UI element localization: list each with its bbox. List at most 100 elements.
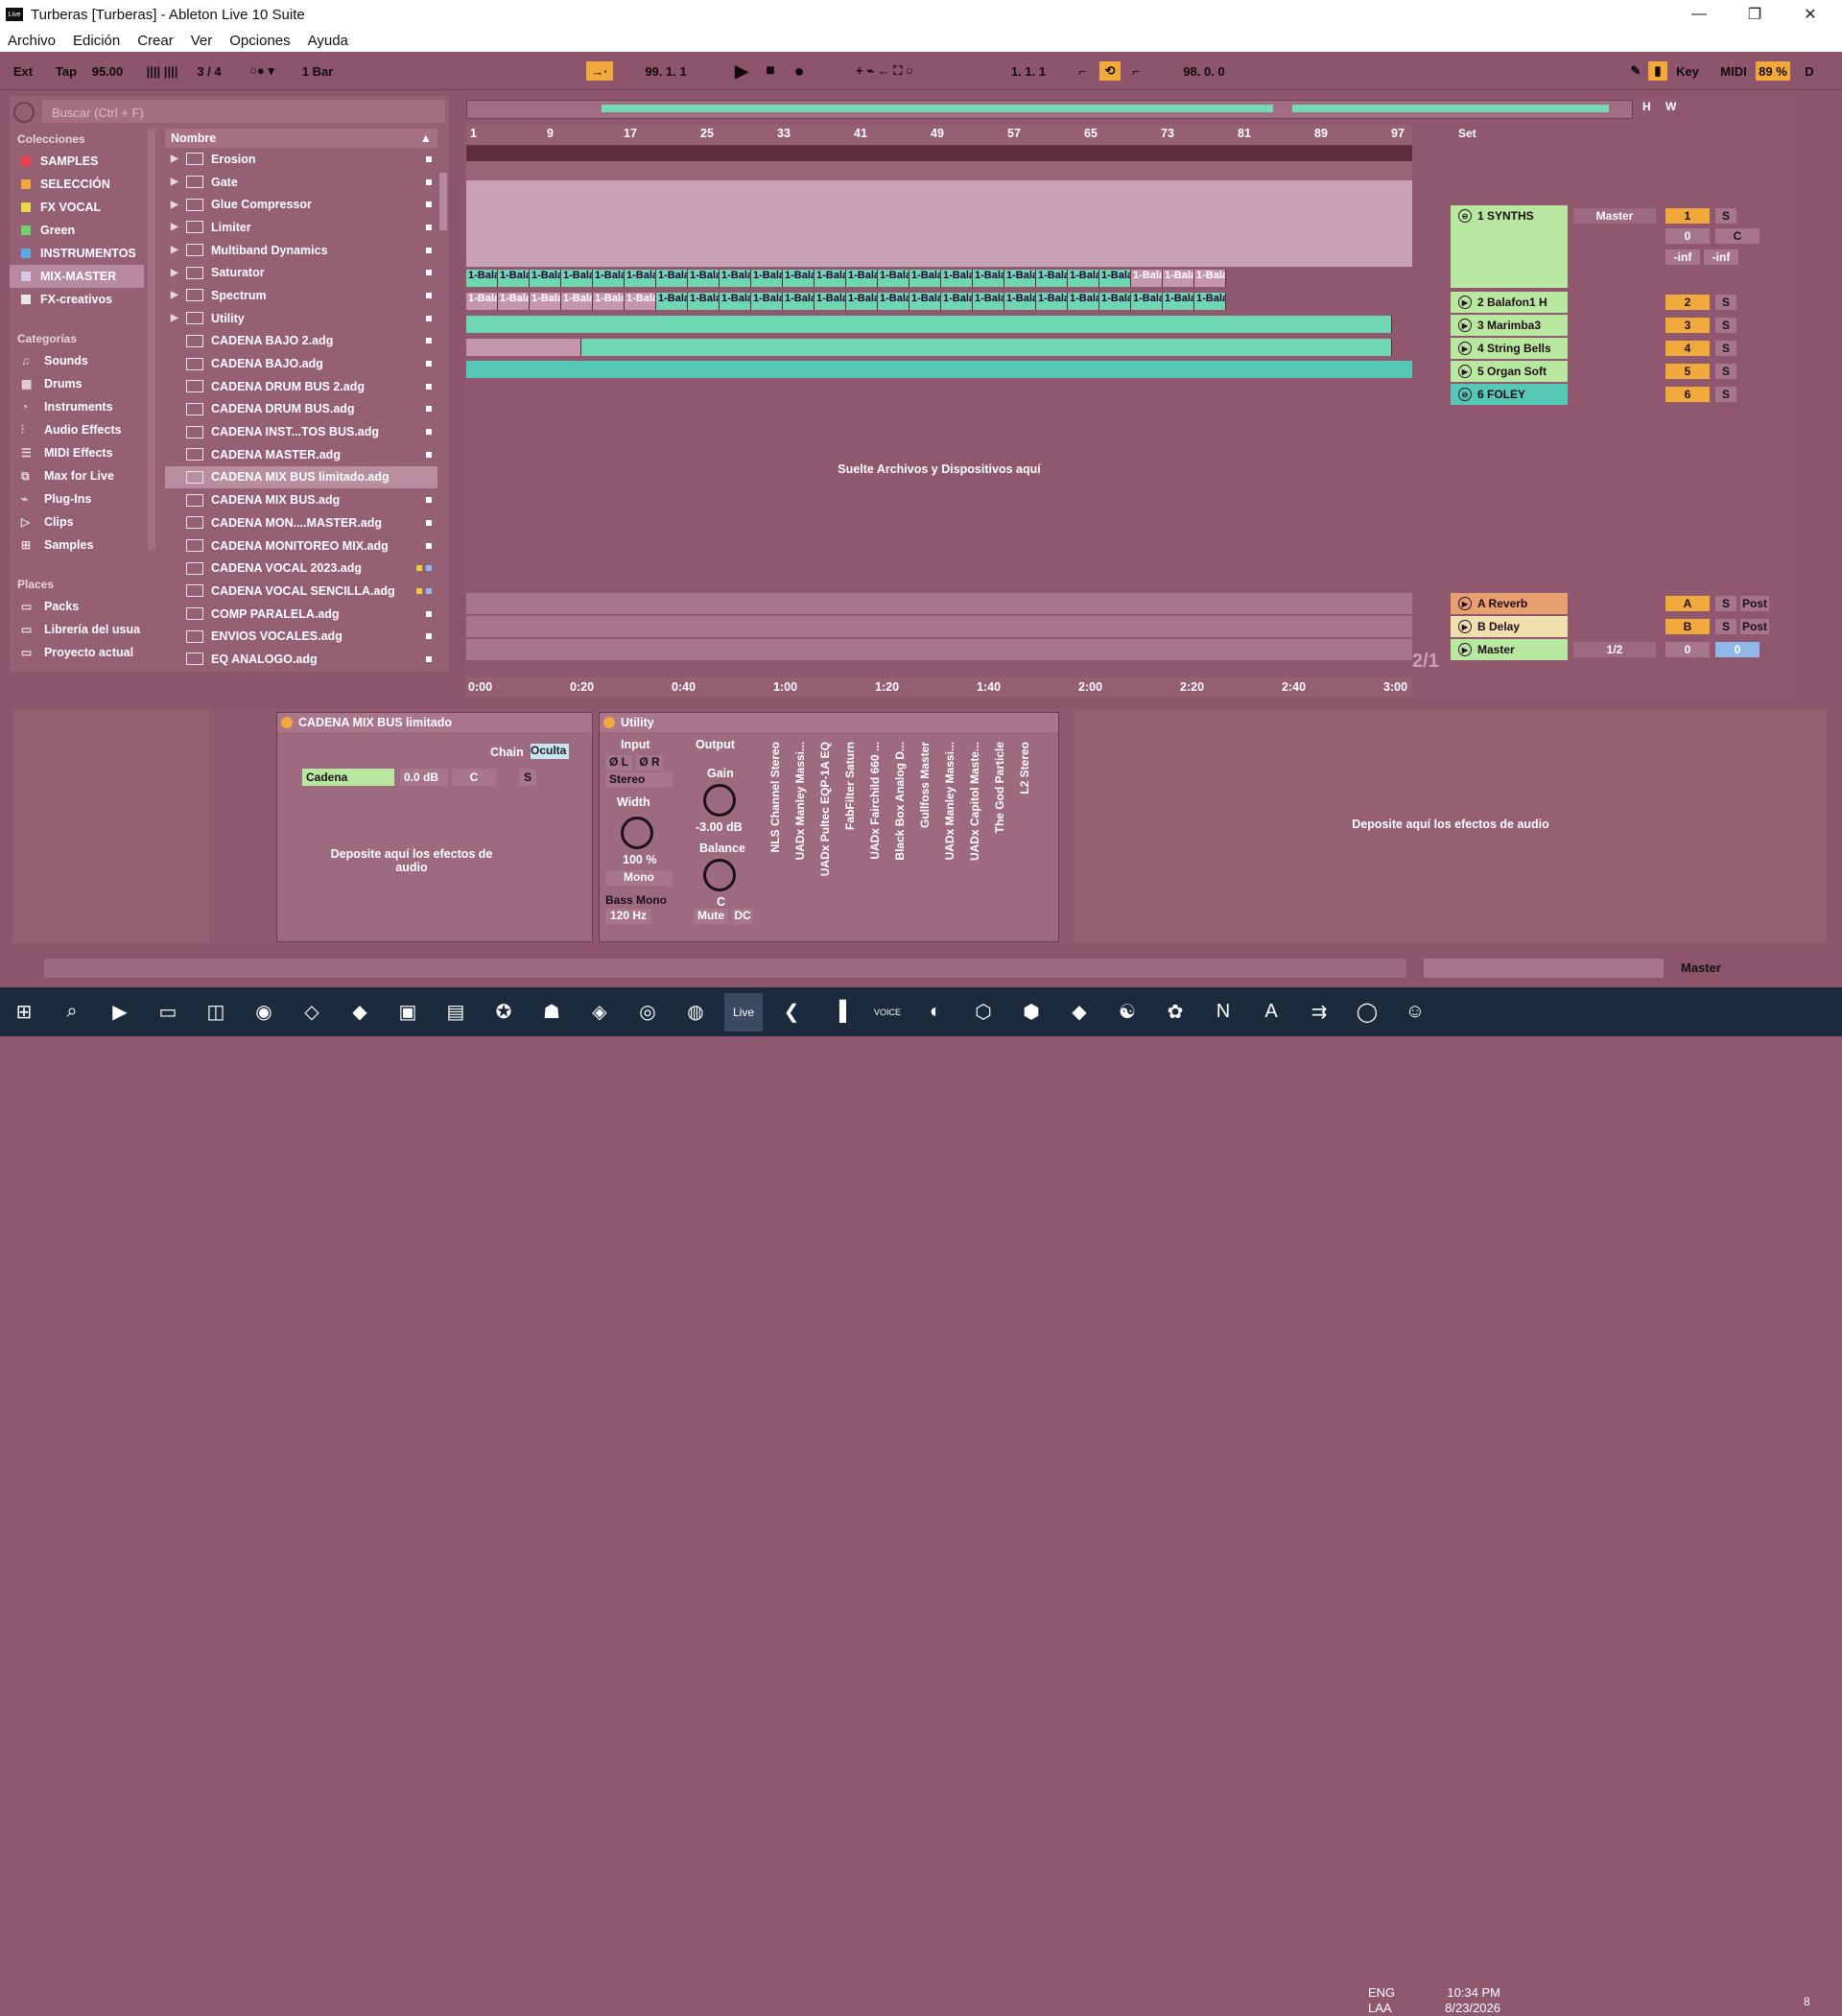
output-routing-select[interactable]: 1/2	[1573, 642, 1656, 657]
track-header-synths[interactable]: ⊖ 1 SYNTHS Master 1 S 0 C -inf -inf	[1451, 205, 1806, 288]
track-activator[interactable]: A	[1665, 596, 1710, 611]
gain-knob[interactable]	[703, 784, 736, 817]
category-midi-effects[interactable]: ☰ MIDI Effects	[10, 441, 144, 464]
list-item[interactable]: CADENA MIX BUS.adg	[165, 488, 437, 511]
audio-effect-rack[interactable]: CADENA MIX BUS limitado Chain Oculta Cad…	[276, 712, 593, 942]
app-icon[interactable]: ▐	[820, 993, 859, 1032]
clip[interactable]: 1-Bala	[688, 293, 720, 310]
chrome-icon[interactable]: ◉	[245, 993, 283, 1032]
collection-green[interactable]: Green	[10, 219, 144, 242]
dc-button[interactable]: DC	[732, 909, 753, 924]
plugin-name[interactable]: UADx Manley Massi...	[793, 742, 807, 860]
track-activator[interactable]: 4	[1665, 341, 1710, 356]
solo-button[interactable]: S	[1715, 364, 1736, 379]
menu-edicion[interactable]: Edición	[73, 33, 120, 49]
menu-archivo[interactable]: Archivo	[8, 33, 56, 49]
foley-lane[interactable]	[466, 361, 1412, 378]
utility-device[interactable]: Utility Input Output Ø L Ø R Stereo Widt…	[599, 712, 1059, 942]
loop-start-field[interactable]: 1. 1. 1	[988, 61, 1069, 81]
clip[interactable]: 1-Bala	[656, 293, 688, 310]
vscode-icon[interactable]: ◇	[293, 993, 331, 1032]
plugin-name[interactable]: UADx Fairchild 660 ...	[868, 742, 882, 860]
clip[interactable]: 1-Bala	[1099, 270, 1131, 287]
list-item[interactable]: ▶ Gate	[165, 171, 437, 194]
app-icon[interactable]: ☗	[532, 993, 571, 1032]
list-item[interactable]: COMP PARALELA.adg	[165, 603, 437, 626]
list-item[interactable]: EQ ANALOGO.adg	[165, 648, 437, 671]
tap-button[interactable]: Tap	[50, 61, 83, 81]
place-current-project[interactable]: ▭ Proyecto actual	[10, 641, 144, 664]
clip[interactable]: 1-Bala	[909, 293, 941, 310]
unity-icon[interactable]: ⬡	[964, 993, 1003, 1032]
delay-lane[interactable]	[466, 616, 1412, 637]
minimize-icon[interactable]: —	[1671, 0, 1727, 29]
track-activator[interactable]: 2	[1665, 295, 1710, 310]
punch-in-icon[interactable]: ⌐	[1073, 61, 1092, 81]
menu-opciones[interactable]: Opciones	[229, 33, 290, 49]
plugin-name[interactable]: NLS Channel Stereo	[768, 742, 782, 852]
clip[interactable]: 1-Bala	[846, 293, 878, 310]
menu-ayuda[interactable]: Ayuda	[308, 33, 348, 49]
clip[interactable]: 1-Bala	[909, 270, 941, 287]
app-icon[interactable]: ❮	[772, 993, 811, 1032]
app-icon[interactable]: ▣	[389, 993, 427, 1032]
list-item[interactable]: CADENA DRUM BUS 2.adg	[165, 375, 437, 398]
category-instruments[interactable]: ◔ Instruments	[10, 395, 144, 418]
restore-icon[interactable]: ❐	[1727, 0, 1783, 29]
solo-button[interactable]: S	[1715, 619, 1736, 634]
menu-crear[interactable]: Crear	[137, 33, 174, 49]
chain-name[interactable]: Cadena	[302, 769, 394, 786]
clip[interactable]: 1-Bala	[1131, 293, 1163, 310]
clip[interactable]: 1-Bala	[878, 270, 909, 287]
app-icon[interactable]: ✿	[1156, 993, 1194, 1032]
solo-button[interactable]: S	[1715, 295, 1736, 310]
solo-button[interactable]: S	[1715, 596, 1736, 611]
clip[interactable]: 1-Bala	[941, 293, 973, 310]
app-icon[interactable]: ☯	[1108, 993, 1146, 1032]
mute-button[interactable]: Mute	[694, 909, 728, 924]
plugin-name[interactable]: Black Box Analog D...	[893, 742, 907, 861]
clip[interactable]: 1-Bala	[656, 270, 688, 287]
ableton-live-icon[interactable]: Live	[724, 992, 763, 1032]
clip[interactable]: 1-Bala	[751, 270, 783, 287]
track-activator[interactable]: 1	[1665, 208, 1710, 224]
plugin-name[interactable]: L2 Stereo	[1018, 742, 1031, 795]
list-item[interactable]: CADENA INST...TOS BUS.adg	[165, 420, 437, 443]
list-item[interactable]: ▶ Limiter	[165, 216, 437, 239]
master-lane[interactable]	[466, 639, 1412, 660]
chain-mode-field[interactable]: Oculta	[531, 744, 569, 759]
solo-button[interactable]: S	[1715, 318, 1736, 333]
list-item[interactable]: CADENA MON....MASTER.adg	[165, 511, 437, 534]
list-item[interactable]: ▶ Spectrum	[165, 284, 437, 307]
clip[interactable]: 1-Bala	[625, 270, 656, 287]
blender-icon[interactable]: ◐	[916, 993, 955, 1032]
collection-mix-master[interactable]: MIX-MASTER	[10, 265, 144, 288]
output-routing-select[interactable]: Master	[1573, 208, 1656, 224]
solo-button[interactable]: S	[1715, 387, 1736, 402]
list-item[interactable]: ▶ Glue Compressor	[165, 193, 437, 216]
reverb-lane[interactable]	[466, 593, 1412, 614]
follow-button[interactable]: →·	[586, 61, 613, 81]
bass-mono-label[interactable]: Bass Mono	[605, 893, 667, 907]
clip[interactable]: 1-Bala	[751, 293, 783, 310]
clip[interactable]: 1-Bala	[688, 270, 720, 287]
app-icon[interactable]: ▤	[437, 993, 475, 1032]
clip[interactable]: 1-Bala	[625, 293, 656, 310]
clip[interactable]: 1-Bala	[498, 270, 530, 287]
track-header-master[interactable]: ▶ Master 1/2 0 0	[1451, 639, 1806, 660]
phase-right-button[interactable]: Ø R	[636, 755, 663, 771]
category-samples[interactable]: ⊞ Samples	[10, 534, 144, 557]
collection-samples[interactable]: SAMPLES	[10, 150, 144, 173]
collection-fx-vocal[interactable]: FX VOCAL	[10, 196, 144, 219]
clip[interactable]: 1-Bala	[1163, 293, 1194, 310]
clip[interactable]: 1-Bala	[530, 293, 561, 310]
clip[interactable]: 1-Bala	[1099, 293, 1131, 310]
app-icon[interactable]: ◫	[197, 993, 235, 1032]
clip[interactable]: 1-Bala	[720, 270, 751, 287]
stop-icon[interactable]: ■	[760, 61, 781, 81]
tempo-field[interactable]: 95.00	[86, 61, 129, 81]
nudge-icon[interactable]: |||| ||||	[138, 61, 186, 81]
menu-ver[interactable]: Ver	[191, 33, 213, 49]
clip[interactable]: 1-Bala	[1068, 293, 1099, 310]
app-icon[interactable]: A	[1252, 993, 1290, 1032]
